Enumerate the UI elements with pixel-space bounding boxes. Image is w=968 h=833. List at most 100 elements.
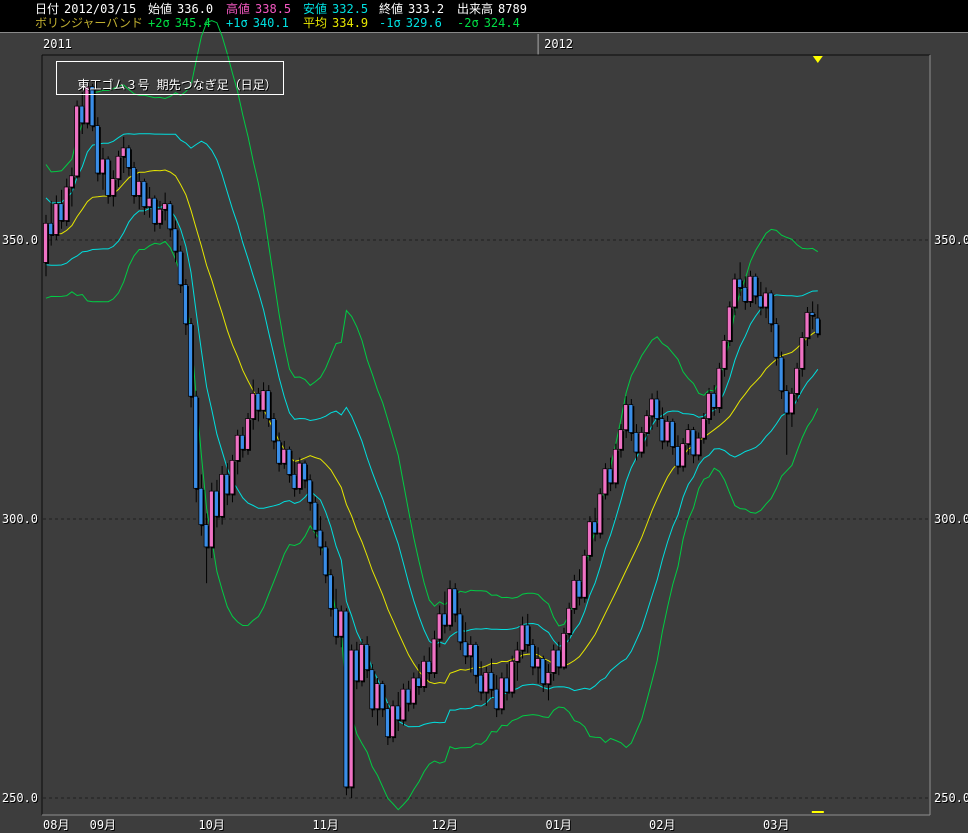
candle[interactable] (758, 282, 764, 315)
candle[interactable] (748, 271, 754, 307)
candle[interactable] (577, 569, 583, 605)
candle[interactable] (401, 684, 407, 726)
candle[interactable] (732, 274, 738, 316)
candle[interactable] (308, 474, 314, 510)
candle[interactable] (266, 385, 272, 427)
candle[interactable] (64, 179, 70, 227)
candle[interactable] (225, 463, 231, 505)
candle[interactable] (608, 458, 614, 492)
candle[interactable] (370, 664, 376, 717)
candle[interactable] (613, 444, 619, 489)
candle[interactable] (665, 416, 671, 447)
candle[interactable] (629, 399, 635, 441)
candle[interactable] (297, 458, 303, 494)
candle[interactable] (375, 678, 381, 726)
candle[interactable] (101, 148, 107, 190)
candle[interactable] (246, 413, 252, 455)
candle[interactable] (634, 424, 640, 460)
candle[interactable] (738, 262, 744, 296)
candle[interactable] (360, 639, 366, 686)
candle[interactable] (650, 393, 656, 429)
candle[interactable] (199, 474, 205, 535)
candle[interactable] (510, 656, 516, 698)
candle[interactable] (111, 170, 117, 206)
candle[interactable] (396, 692, 402, 731)
candle[interactable] (214, 480, 220, 528)
candle[interactable] (189, 318, 195, 407)
candle[interactable] (44, 215, 50, 276)
candle[interactable] (385, 703, 391, 745)
candle[interactable] (707, 388, 713, 424)
candle[interactable] (220, 466, 226, 525)
candle[interactable] (670, 419, 676, 455)
candle[interactable] (75, 101, 81, 179)
candle[interactable] (432, 631, 438, 678)
candle[interactable] (240, 427, 246, 458)
candle[interactable] (411, 673, 417, 709)
candle[interactable] (520, 617, 526, 659)
candle[interactable] (727, 301, 733, 346)
price-chart[interactable] (0, 0, 968, 830)
candle[interactable] (121, 137, 127, 173)
candle[interactable] (676, 435, 682, 474)
candle[interactable] (163, 193, 169, 221)
candle[interactable] (743, 276, 749, 310)
candle[interactable] (551, 645, 557, 681)
candle[interactable] (349, 645, 355, 799)
candle[interactable] (587, 516, 593, 561)
candle[interactable] (328, 569, 334, 616)
candle[interactable] (691, 427, 697, 463)
candle[interactable] (494, 675, 500, 717)
candle[interactable] (380, 681, 386, 717)
candle[interactable] (505, 664, 511, 700)
candle[interactable] (681, 438, 687, 472)
candle[interactable] (126, 145, 131, 176)
candle[interactable] (448, 580, 454, 630)
candle[interactable] (696, 433, 702, 461)
candle[interactable] (442, 592, 448, 634)
candle[interactable] (282, 441, 288, 469)
candle[interactable] (805, 307, 811, 346)
candle[interactable] (313, 497, 319, 539)
candle[interactable] (515, 642, 521, 681)
candle[interactable] (556, 642, 562, 675)
candle[interactable] (603, 463, 609, 499)
candle[interactable] (427, 647, 433, 681)
candle[interactable] (365, 636, 371, 678)
candle[interactable] (644, 410, 650, 446)
candle[interactable] (235, 430, 241, 475)
candle[interactable] (546, 664, 552, 700)
candle[interactable] (158, 201, 164, 229)
candle[interactable] (209, 483, 215, 558)
candle[interactable] (458, 608, 464, 650)
candle[interactable] (437, 606, 443, 648)
candle[interactable] (168, 201, 174, 237)
candle[interactable] (292, 460, 298, 496)
candle[interactable] (334, 589, 340, 645)
candle[interactable] (468, 636, 474, 672)
candle[interactable] (562, 628, 568, 670)
candle[interactable] (194, 391, 200, 503)
candle[interactable] (391, 700, 397, 742)
candle[interactable] (95, 117, 101, 181)
candle[interactable] (815, 304, 821, 337)
candle[interactable] (789, 388, 795, 427)
candle[interactable] (753, 274, 759, 305)
candle[interactable] (779, 352, 785, 399)
candle[interactable] (774, 318, 780, 366)
candle[interactable] (287, 447, 293, 483)
candle[interactable] (639, 427, 645, 458)
candle[interactable] (152, 195, 158, 231)
candle[interactable] (178, 246, 184, 293)
candle[interactable] (686, 424, 692, 455)
candle[interactable] (323, 541, 329, 583)
candle[interactable] (406, 681, 412, 712)
candle[interactable] (354, 642, 360, 689)
candle[interactable] (132, 162, 138, 204)
candle[interactable] (344, 608, 350, 795)
candle[interactable] (453, 583, 459, 622)
candle[interactable] (536, 647, 542, 683)
candle[interactable] (784, 385, 790, 455)
candle[interactable] (655, 391, 661, 427)
candle[interactable] (422, 656, 428, 692)
